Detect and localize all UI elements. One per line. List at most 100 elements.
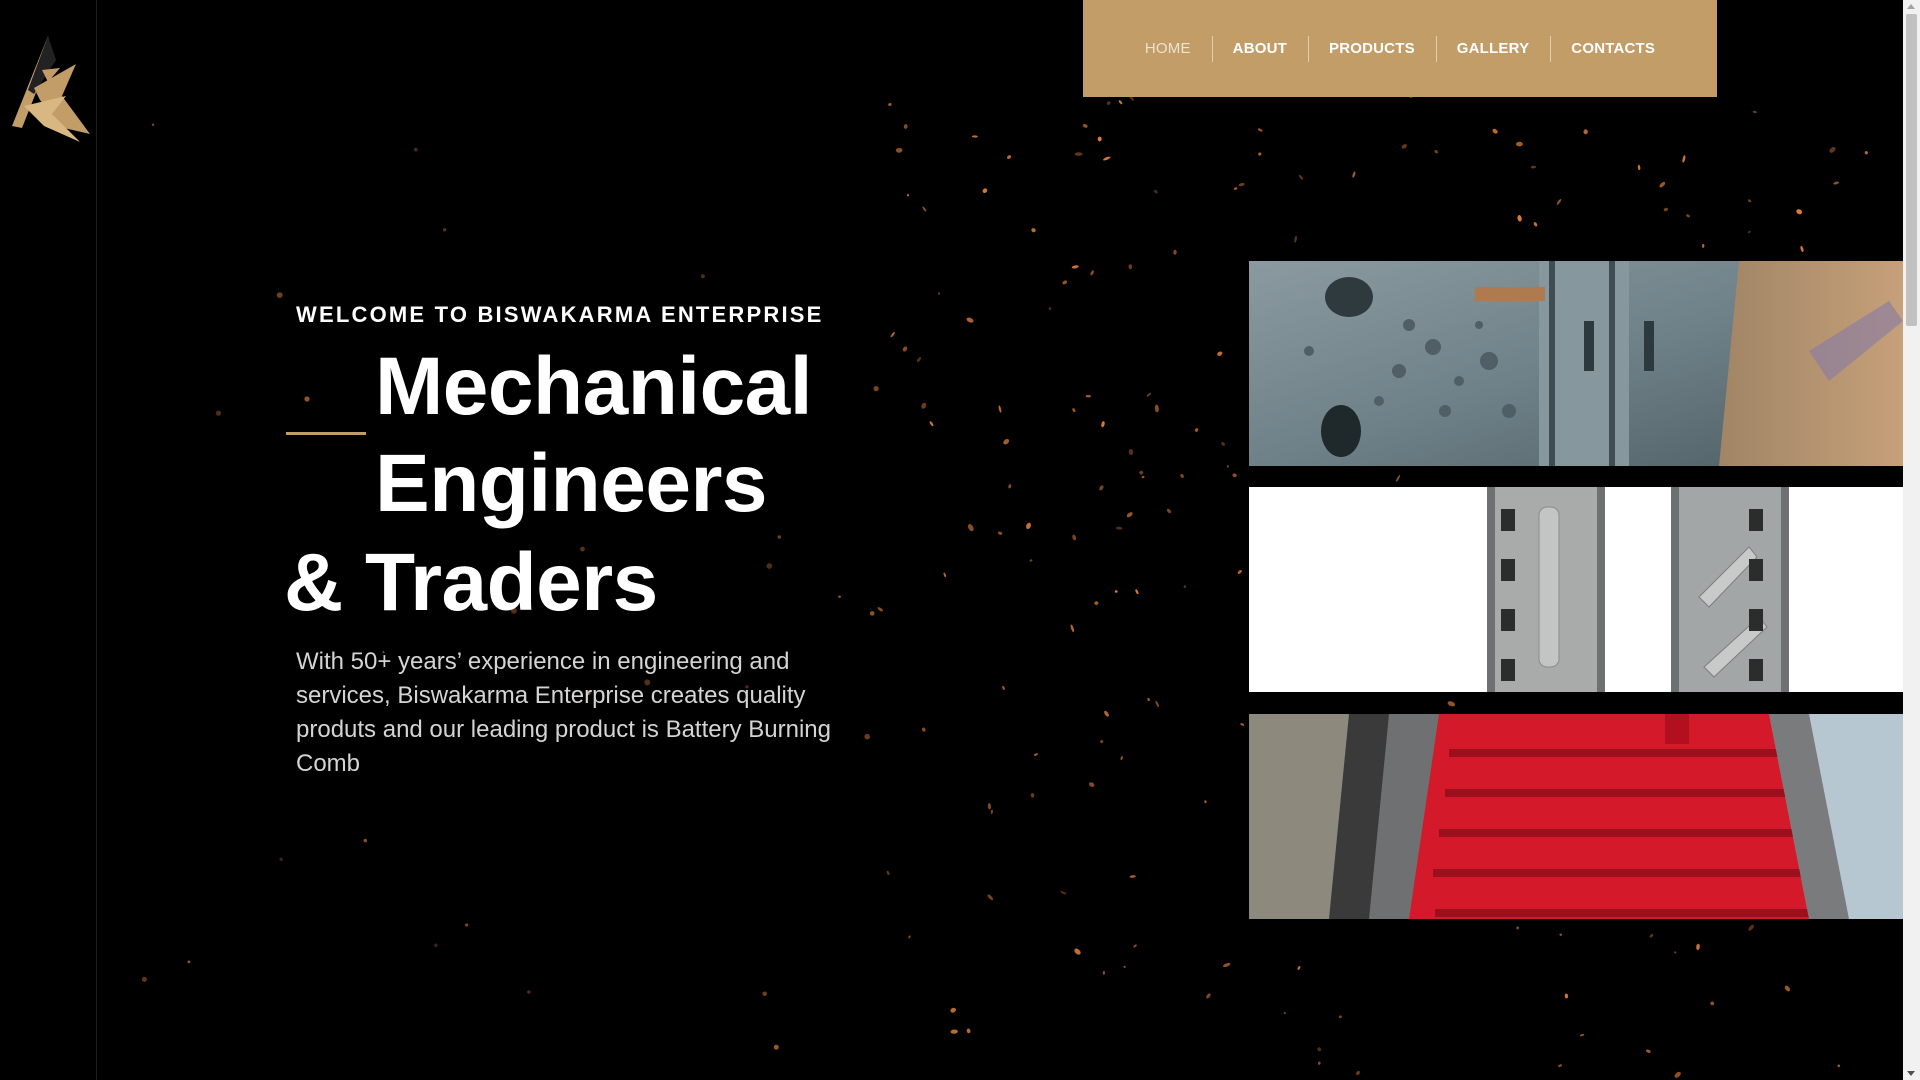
spark: [990, 809, 993, 814]
spark: [1100, 739, 1104, 744]
spark: [700, 274, 705, 279]
nav-gallery[interactable]: GALLERY: [1435, 35, 1551, 62]
nav-contacts[interactable]: CONTACTS: [1550, 35, 1676, 62]
spark: [1003, 439, 1010, 445]
spark: [1674, 951, 1677, 954]
spark: [1447, 701, 1456, 707]
spark: [950, 1029, 958, 1034]
nav-products[interactable]: PRODUCTS: [1308, 35, 1436, 62]
spark: [279, 857, 284, 862]
spark: [998, 405, 1002, 413]
spark: [1784, 985, 1791, 992]
spark: [1516, 141, 1523, 147]
spark: [1492, 128, 1498, 134]
spark: [1118, 100, 1123, 105]
spark: [141, 976, 147, 982]
metal-mold-plate-image: [1249, 261, 1903, 466]
spark: [1833, 181, 1840, 185]
spark: [1649, 933, 1654, 938]
spark: [1696, 943, 1700, 951]
spark: [1338, 1015, 1342, 1019]
aluminium-comb-molds-image: [1249, 487, 1903, 692]
spark: [1103, 156, 1111, 161]
spark: [766, 563, 773, 569]
spark: [1074, 948, 1081, 955]
spark: [1258, 152, 1262, 156]
spark: [1233, 187, 1238, 190]
spark: [869, 611, 875, 616]
spark: [1097, 136, 1102, 142]
spark: [943, 572, 947, 578]
spark: [1829, 147, 1836, 153]
spark: [413, 147, 418, 152]
spark: [1583, 129, 1588, 135]
spark: [1102, 970, 1106, 975]
scroll-down-arrow-icon[interactable]: [1907, 1071, 1915, 1076]
spark: [966, 1028, 971, 1034]
spark: [929, 421, 934, 427]
spark: [1031, 228, 1036, 233]
spark: [1317, 1061, 1321, 1065]
spark: [1082, 123, 1088, 128]
spark: [1800, 245, 1804, 253]
nav-home[interactable]: HOME: [1124, 36, 1212, 62]
spark: [1564, 993, 1569, 999]
spark: [982, 188, 988, 194]
spark: [465, 923, 469, 927]
nav-about[interactable]: ABOUT: [1211, 35, 1308, 62]
spark: [1238, 182, 1245, 187]
left-rail: [0, 0, 97, 1080]
spark: [1133, 944, 1137, 948]
spark: [1237, 570, 1242, 574]
spark: [527, 990, 531, 994]
spark: [1298, 174, 1304, 180]
spark: [838, 595, 841, 598]
spark: [922, 727, 926, 732]
spark: [1530, 165, 1536, 169]
spark: [1559, 933, 1562, 936]
spark: [1007, 155, 1012, 159]
spark: [1701, 243, 1705, 248]
spark: [967, 524, 974, 532]
hero-description: With 50+ years’ experience in engineerin…: [296, 648, 831, 777]
spark: [997, 531, 1003, 535]
spark: [906, 194, 910, 197]
spark: [1226, 465, 1229, 468]
spark: [1030, 793, 1035, 798]
brand-logo[interactable]: [4, 30, 94, 142]
spark: [1129, 875, 1136, 878]
spark: [1104, 710, 1109, 717]
spark: [916, 356, 922, 363]
spark: [1194, 428, 1199, 432]
spark: [1796, 209, 1803, 215]
spark: [1072, 534, 1077, 541]
spark: [1748, 924, 1755, 931]
spark: [1516, 926, 1520, 930]
spark: [1173, 249, 1177, 255]
spark: [1645, 1049, 1651, 1053]
spark: [1071, 265, 1079, 269]
spark: [1396, 475, 1401, 482]
spark: [1217, 351, 1223, 356]
spark: [1283, 1011, 1286, 1015]
spark: [1154, 404, 1159, 413]
spark: [1008, 484, 1012, 489]
scroll-up-arrow-icon[interactable]: [1907, 4, 1915, 9]
scroll-thumb[interactable]: [1906, 14, 1917, 326]
spark: [877, 607, 884, 612]
spark: [1837, 1064, 1841, 1068]
spark: [1710, 1001, 1715, 1006]
spark: [1864, 151, 1868, 155]
spark: [443, 228, 447, 232]
spark: [1579, 1033, 1585, 1037]
spark: [1094, 601, 1099, 605]
spark: [1434, 150, 1438, 154]
spark: [1128, 264, 1133, 270]
spark: [363, 838, 368, 843]
spark: [1088, 782, 1095, 788]
page-scrollbar[interactable]: [1903, 0, 1920, 1080]
spark: [1062, 280, 1068, 285]
spark: [1029, 559, 1033, 562]
spark: [1166, 508, 1172, 514]
hero-title-line-1: Mechanical: [375, 341, 813, 432]
